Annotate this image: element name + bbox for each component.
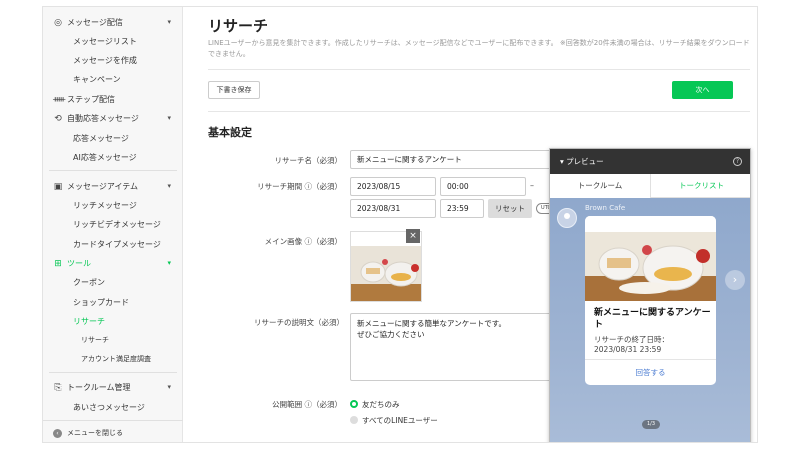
divider [208,111,750,112]
card-end-label: リサーチの終了日時： [594,335,669,344]
period-dash: – [530,181,534,190]
sidebar-item-message-list[interactable]: メッセージリスト [43,32,183,51]
sidebar-divider [49,372,177,373]
app-frame: ◎ メッセージ配信 ▾ メッセージリスト メッセージを作成 キャンペーン ᚔ ス… [42,6,758,443]
broadcast-icon: ◎ [54,18,62,28]
card-image [585,216,716,301]
preview-title: ▾ プレビュー [560,157,604,166]
sidebar-item-research[interactable]: リサーチ [43,312,183,331]
next-button[interactable]: 次へ [672,81,733,99]
sidebar-item-shop-card[interactable]: ショップカード [43,293,183,312]
audience-label: 公開範囲 ⓘ（必須） [272,400,342,409]
remove-image-button[interactable]: × [406,229,420,243]
auto-reply-icon: ⟲ [54,114,62,124]
sidebar-item-greeting[interactable]: あいさつメッセージ [43,398,183,417]
sidebar-item-message-delivery[interactable]: ◎ メッセージ配信 ▾ [43,13,183,32]
card-end-date: 2023/08/31 23:59 [594,345,662,354]
sidebar-item-satisfaction-survey[interactable]: アカウント満足度調査 [43,350,183,369]
sidebar-item-rich-video[interactable]: リッチビデオメッセージ [43,215,183,234]
sidebar-item-rich-message[interactable]: リッチメッセージ [43,196,183,215]
avatar [557,208,577,228]
chevron-down-icon: ▾ [167,259,171,267]
sidebar-item-message-items[interactable]: ▣ メッセージアイテム ▾ [43,177,183,196]
sidebar-item-card-message[interactable]: カードタイプメッセージ [43,235,183,254]
start-time-input[interactable]: 00:00 [440,177,526,196]
sidebar-item-research-sub[interactable]: リサーチ [43,331,183,350]
page-indicator: 1/3 [642,420,660,429]
main-image-label: メイン画像 ⓘ（必須） [264,237,342,246]
step-icon: ᚔ [53,95,66,105]
card-subtitle: リサーチの終了日時： 2023/08/31 23:59 [594,335,712,355]
sidebar-item-campaign[interactable]: キャンペーン [43,70,183,89]
sidebar-item-tools[interactable]: ⊞ ツール ▾ [43,254,183,273]
answer-button[interactable]: 回答する [585,360,716,385]
sidebar-item-talkroom[interactable]: ⎘ トークルーム管理 ▾ [43,378,183,397]
tab-talklist[interactable]: トークリスト [651,174,750,198]
sidebar: ◎ メッセージ配信 ▾ メッセージリスト メッセージを作成 キャンペーン ᚔ ス… [43,7,183,442]
preview-header[interactable]: ▾ プレビュー ? [550,149,750,174]
chevron-down-icon: ▾ [167,114,171,122]
end-date-input[interactable]: 2023/08/31 [350,199,436,218]
radio-unselected-icon [350,416,358,424]
sidebar-item-ai-reply[interactable]: AI応答メッセージ [43,148,183,167]
start-date-input[interactable]: 2023/08/15 [350,177,436,196]
sidebar-divider [49,170,177,171]
preview-panel: ▾ プレビュー ? トークルーム トークリスト Brown Cafe 新メニュー… [549,148,751,442]
sidebar-item-create-message[interactable]: メッセージを作成 [43,51,183,70]
tools-icon: ⊞ [54,259,62,269]
radio-selected-icon [350,400,358,408]
help-icon[interactable]: ? [733,157,742,166]
end-time-input[interactable]: 23:59 [440,199,484,218]
sender-name: Brown Cafe [585,204,626,212]
reset-button[interactable]: リセット [488,199,532,218]
research-name-label: リサーチ名（必須） [274,156,343,165]
chevron-right-icon[interactable]: › [725,270,745,290]
chevron-down-icon: ▾ [167,182,171,190]
collapse-icon: ‹ [53,429,62,438]
sidebar-item-coupon[interactable]: クーポン [43,273,183,292]
cake-photo [585,216,716,301]
chat-preview: Brown Cafe 新メニューに関するアンケート リサーチの終了日時： 202… [550,198,750,442]
chevron-down-icon: ▾ [167,18,171,26]
tab-talkroom[interactable]: トークルーム [550,174,651,198]
research-period-label: リサーチ期間 ⓘ（必須） [257,182,342,191]
section-title: 基本設定 [208,126,252,139]
card-title: 新メニューに関するアンケート [594,308,711,330]
message-item-icon: ▣ [53,182,63,192]
sidebar-item-reply-message[interactable]: 応答メッセージ [43,129,183,148]
page-description: LINEユーザーから意見を集計できます。作成したリサーチは、メッセージ配信などで… [208,39,750,58]
chevron-down-icon: ▾ [167,383,171,391]
save-draft-button[interactable]: 下書き保存 [208,81,260,99]
page-title: リサーチ [208,17,269,35]
talkroom-icon: ⎘ [54,383,62,393]
sidebar-item-auto-reply[interactable]: ⟲ 自動応答メッセージ ▾ [43,109,183,128]
research-card: 新メニューに関するアンケート リサーチの終了日時： 2023/08/31 23:… [585,216,716,385]
description-label: リサーチの説明文（必須） [254,318,344,327]
divider [208,69,750,70]
sidebar-item-step-delivery[interactable]: ᚔ ステップ配信 [43,90,183,109]
close-menu-button[interactable]: ‹ メニューを閉じる [43,420,183,442]
